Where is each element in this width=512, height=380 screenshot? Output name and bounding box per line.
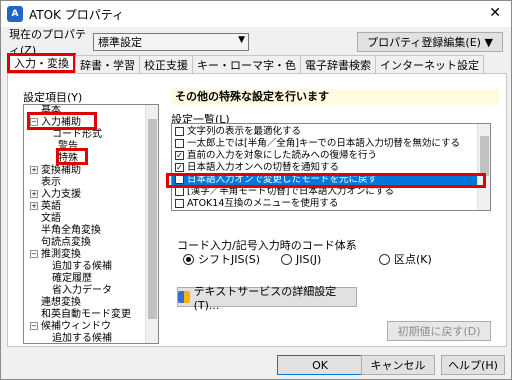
- tree-item-label: 文語: [41, 213, 61, 224]
- list-item[interactable]: ✓ 直前の入力を対象にした読みへの復帰を行う: [172, 150, 478, 161]
- text-services-button[interactable]: テキストサービスの詳細設定(T)...: [177, 285, 357, 312]
- property-select[interactable]: 標準設定 ▼: [93, 33, 249, 51]
- tree-item-label: 入力支援: [41, 189, 81, 200]
- tree-item-code-format[interactable]: コード形式: [52, 129, 102, 141]
- tree-item-label: 連想変換: [41, 297, 81, 308]
- tree-item-label: 変換補助: [41, 165, 81, 176]
- radio-dot[interactable]: [183, 253, 194, 265]
- tree-item-english[interactable]: + 英語: [30, 201, 61, 213]
- radio-label: 区点(K): [394, 253, 432, 266]
- tab-bar: 入力・変換 辞書・学習 校正支援 キー・ローマ字・色 電子辞書検索 インターネッ…: [7, 53, 484, 73]
- text-services-label: テキストサービスの詳細設定(T)...: [193, 284, 337, 312]
- tree-item-label: 追加する候補: [52, 261, 112, 272]
- reset-defaults-button[interactable]: 初期値に戻す(D): [387, 321, 491, 341]
- tab-dictionary-learning[interactable]: 辞書・学習: [75, 55, 140, 73]
- tree-item-label: 省入力データ: [52, 285, 112, 296]
- expand-icon[interactable]: +: [30, 190, 38, 198]
- radio-dot[interactable]: [281, 253, 292, 265]
- checkbox[interactable]: [175, 199, 184, 208]
- radio-label: JIS(J): [296, 252, 322, 266]
- tree-item-label: 確定履歴: [52, 273, 92, 284]
- property-select-value: 標準設定: [98, 36, 142, 49]
- chevron-down-icon: ▼: [238, 35, 245, 45]
- settings-label: 設定項目(Y): [23, 91, 83, 104]
- tree-item-conversion-assist[interactable]: + 変換補助: [30, 165, 81, 177]
- expand-icon[interactable]: +: [30, 202, 38, 210]
- section-heading: その他の特殊な設定を行います: [171, 89, 499, 105]
- ok-button[interactable]: OK: [277, 355, 363, 375]
- settings-tree[interactable]: 基本 − 入力補助 コード形式 警告 特殊 + 変換補助 表示 + 入力支援 + 英語 …: [23, 104, 159, 344]
- title-bar: A ATOK プロパティ ✕: [1, 1, 511, 27]
- radio-kuten[interactable]: 区点(K): [379, 251, 477, 267]
- list-item[interactable]: ✓ 日本語入力オンへの切替を通知する: [172, 162, 478, 173]
- window-title: ATOK プロパティ: [29, 7, 125, 22]
- checkbox[interactable]: [175, 127, 184, 136]
- checkbox-checked[interactable]: ✓: [175, 163, 184, 172]
- tree-item-commit-history[interactable]: 確定履歴: [52, 273, 92, 285]
- list-item-text: ATOK14互換のメニューを使用する: [187, 198, 339, 209]
- tree-item-label: 英語: [41, 201, 61, 212]
- tree-item-punctuation[interactable]: 句読点変換: [30, 237, 91, 249]
- tree-item-label: 追加する候補: [52, 333, 112, 344]
- tab-key-romaji-color[interactable]: キー・ローマ字・色: [192, 55, 301, 73]
- radio-jis[interactable]: JIS(J): [281, 251, 379, 267]
- list-item[interactable]: 文字列の表示を最適化する: [172, 126, 478, 137]
- tree-item-add-candidates[interactable]: 追加する候補: [52, 261, 112, 273]
- settings-list[interactable]: 文字列の表示を最適化する 一太郎上では[半角／全角]キーでの日本語入力切替を無効…: [171, 123, 491, 211]
- checkbox[interactable]: [175, 187, 184, 196]
- tree-item-shortcut-data[interactable]: 省入力データ: [52, 285, 112, 297]
- uac-shield-icon: [178, 291, 190, 303]
- atok-properties-window: A ATOK プロパティ ✕ 現在のプロパティ(Z) 標準設定 ▼ プロパティ登…: [0, 0, 512, 380]
- code-system-radios: シフトJIS(S) JIS(J) 区点(K): [183, 251, 477, 267]
- tree-item-label: 半角全角変換: [41, 225, 101, 236]
- tree-item-half-full-width[interactable]: 半角全角変換: [30, 225, 101, 237]
- property-edit-button[interactable]: プロパティ登録編集(E) ▼: [357, 32, 503, 52]
- tree-scrollbar-thumb[interactable]: [148, 119, 157, 319]
- list-item-text: 一太郎上では[半角／全角]キーでの日本語入力切替を無効にする: [187, 138, 460, 149]
- tree-item-predictive[interactable]: − 推測変換: [30, 249, 81, 261]
- tree-item-label: 句読点変換: [41, 237, 91, 248]
- cancel-button[interactable]: キャンセル: [361, 355, 435, 375]
- tree-item-label: 推測変換: [41, 249, 81, 260]
- tree-item-input-support[interactable]: + 入力支援: [30, 189, 81, 201]
- tree-scrollbar[interactable]: [145, 105, 158, 343]
- tree-item-label: コード形式: [52, 129, 102, 140]
- collapse-icon[interactable]: −: [30, 322, 38, 330]
- close-icon[interactable]: ✕: [489, 5, 501, 21]
- atok-app-icon: A: [7, 6, 23, 22]
- highlight-selected-setting: [166, 173, 486, 188]
- tree-item-add-candidates-2[interactable]: 追加する候補: [52, 333, 112, 344]
- list-item-text: 直前の入力を対象にした読みへの復帰を行う: [187, 150, 378, 161]
- radio-label: シフトJIS(S): [198, 253, 261, 266]
- tree-item-literary[interactable]: 文語: [30, 213, 61, 225]
- list-item[interactable]: 一太郎上では[半角／全角]キーでの日本語入力切替を無効にする: [172, 138, 478, 149]
- radio-dot[interactable]: [379, 253, 390, 265]
- tree-item-candidate-window[interactable]: − 候補ウィンドウ: [30, 321, 111, 333]
- tab-e-dictionary[interactable]: 電子辞書検索: [300, 55, 376, 73]
- tree-item-label: 表示: [41, 177, 61, 188]
- help-button[interactable]: ヘルプ(H): [441, 355, 505, 375]
- list-item-text: 文字列の表示を最適化する: [187, 126, 302, 137]
- list-scrollbar-thumb[interactable]: [480, 136, 489, 176]
- property-row: 現在のプロパティ(Z) 標準設定 ▼ プロパティ登録編集(E) ▼: [9, 28, 505, 57]
- highlight-input-assist: [27, 112, 97, 130]
- highlight-special: [56, 148, 88, 165]
- checkbox[interactable]: [175, 139, 184, 148]
- tab-internet-settings[interactable]: インターネット設定: [375, 55, 484, 73]
- tree-item-label: 和英自動モード変更: [41, 309, 131, 320]
- list-item[interactable]: ATOK14互換のメニューを使用する: [172, 198, 478, 209]
- expand-icon[interactable]: +: [30, 166, 38, 174]
- list-scrollbar[interactable]: [477, 124, 490, 210]
- tree-item-label: 候補ウィンドウ: [41, 321, 111, 332]
- checkbox-checked[interactable]: ✓: [175, 151, 184, 160]
- radio-shift-jis[interactable]: シフトJIS(S): [183, 251, 281, 267]
- collapse-icon[interactable]: −: [30, 250, 38, 258]
- tree-item-auto-mode[interactable]: 和英自動モード変更: [30, 309, 131, 321]
- tab-proofreading[interactable]: 校正支援: [139, 55, 193, 73]
- tab-input-conversion[interactable]: 入力・変換: [7, 53, 76, 73]
- tree-item-associative[interactable]: 連想変換: [30, 297, 81, 309]
- list-item-text: 日本語入力オンへの切替を通知する: [187, 162, 340, 173]
- tree-item-display[interactable]: 表示: [30, 177, 61, 189]
